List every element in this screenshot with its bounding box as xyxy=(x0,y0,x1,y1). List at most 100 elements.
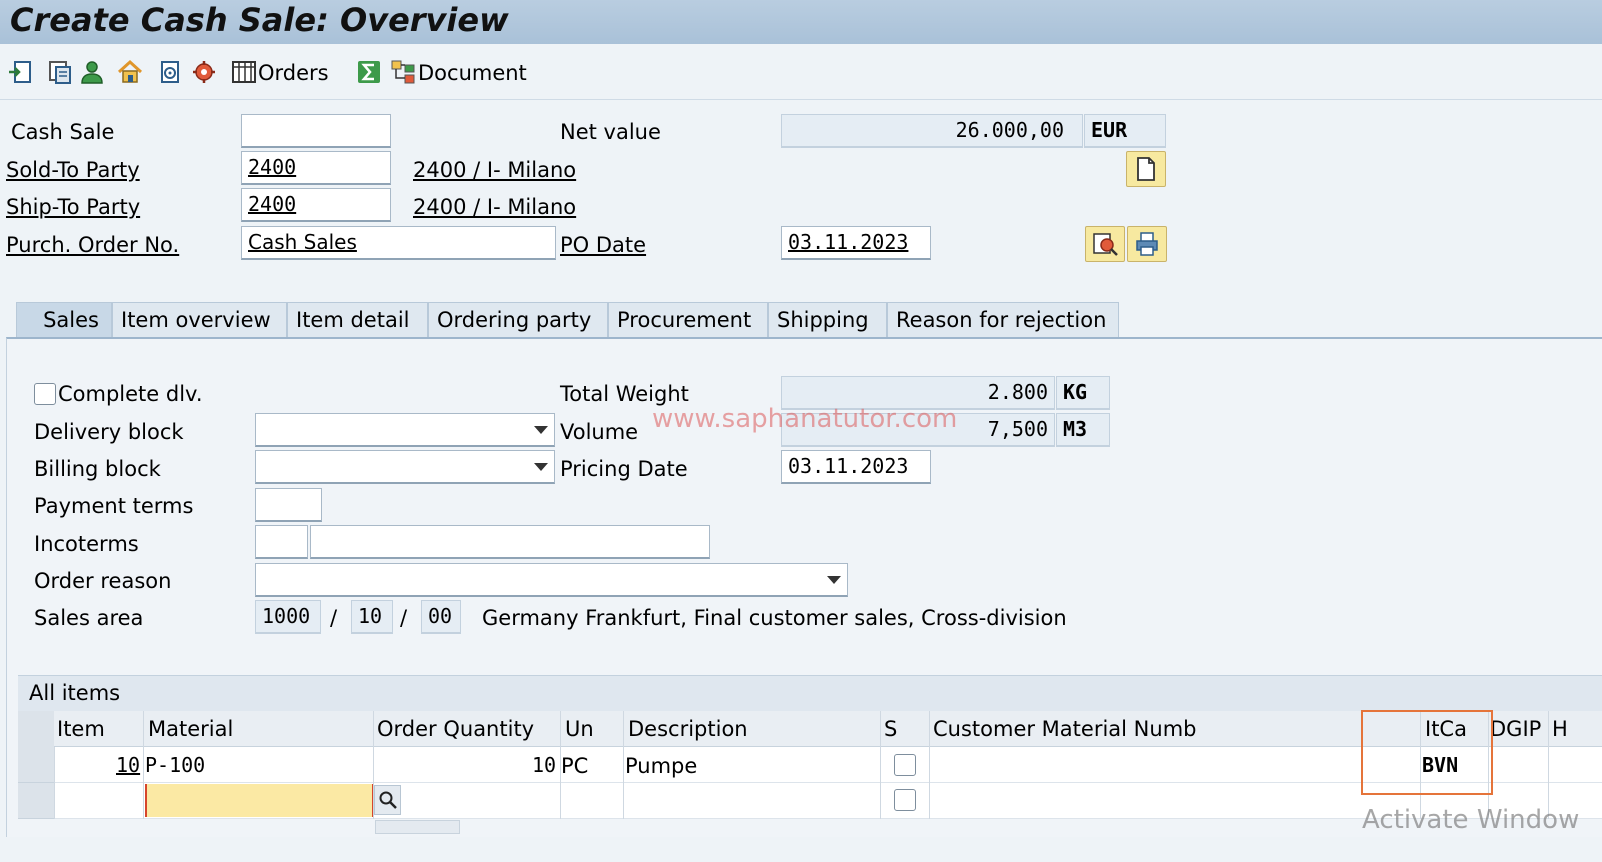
column-divider xyxy=(54,747,55,819)
sales-area-separator: / xyxy=(400,606,408,630)
col-h[interactable]: H xyxy=(1552,716,1568,742)
net-value-label: Net value xyxy=(560,120,661,144)
col-material[interactable]: Material xyxy=(148,716,233,742)
complete-dlv-checkbox[interactable] xyxy=(34,383,56,405)
col-s[interactable]: S xyxy=(884,716,897,742)
tab-item-detail[interactable]: Item detail xyxy=(287,302,428,338)
incoterms-input[interactable] xyxy=(255,525,308,559)
tab-procurement[interactable]: Procurement xyxy=(608,302,768,338)
sales-area-label: Sales area xyxy=(34,606,144,630)
material-cell[interactable]: P-100 xyxy=(145,752,205,778)
print-button[interactable] xyxy=(1127,226,1167,262)
document-button[interactable]: Document xyxy=(418,60,527,86)
document-header-icon[interactable] xyxy=(6,58,34,86)
currency-field: EUR xyxy=(1084,114,1166,148)
purch-order-value: Cash Sales xyxy=(248,230,357,254)
tab-ordering-party[interactable]: Ordering party xyxy=(428,302,608,338)
column-divider xyxy=(1548,711,1549,819)
complete-dlv-label: Complete dlv. xyxy=(58,382,203,406)
tab-reason-for-rejection[interactable]: Reason for rejection xyxy=(887,302,1119,338)
division-field: 00 xyxy=(421,600,461,634)
column-divider xyxy=(373,711,374,819)
sum-icon[interactable] xyxy=(355,58,383,86)
row-selector[interactable] xyxy=(18,783,54,819)
col-customer-material-number[interactable]: Customer Material Numb xyxy=(933,716,1196,742)
pricing-date-input[interactable]: 03.11.2023 xyxy=(781,450,931,484)
document-flow-icon xyxy=(390,58,418,86)
po-date-input[interactable]: 03.11.2023 xyxy=(781,226,931,260)
po-date-value: 03.11.2023 xyxy=(788,230,909,254)
distribution-channel-field: 10 xyxy=(351,600,393,634)
weight-unit-field: KG xyxy=(1056,376,1110,410)
sold-to-party-label[interactable]: Sold-To Party xyxy=(6,157,140,183)
po-date-label[interactable]: PO Date xyxy=(560,232,646,258)
items-grid-title: All items xyxy=(29,681,121,705)
volume-label: Volume xyxy=(560,420,639,444)
item-number-cell[interactable]: 10 xyxy=(116,752,140,778)
column-divider xyxy=(623,711,624,819)
cash-sale-label: Cash Sale xyxy=(11,120,115,144)
delivery-block-dropdown[interactable] xyxy=(255,413,555,447)
horizontal-scrollbar[interactable] xyxy=(375,820,460,834)
orders-button[interactable]: Orders xyxy=(258,60,329,86)
purch-order-input[interactable]: Cash Sales xyxy=(241,226,556,260)
description-cell[interactable]: Pumpe xyxy=(625,753,697,779)
partner-icon[interactable] xyxy=(78,58,106,86)
sold-to-party-input[interactable]: 2400 xyxy=(241,151,391,185)
pricing-date-label: Pricing Date xyxy=(560,457,688,481)
tab-sales[interactable]: Sales xyxy=(16,302,112,338)
tab-item-overview[interactable]: Item overview xyxy=(112,302,287,338)
purch-order-label[interactable]: Purch. Order No. xyxy=(6,232,179,258)
ship-to-party-value: 2400 xyxy=(248,192,297,216)
new-document-button[interactable] xyxy=(1126,151,1166,187)
incoterms-location-input[interactable] xyxy=(310,525,710,559)
itca-highlight-box xyxy=(1361,710,1493,795)
sold-to-party-value: 2400 xyxy=(248,155,297,179)
col-dgip[interactable]: DGIP xyxy=(1490,716,1541,742)
tab-shipping[interactable]: Shipping xyxy=(768,302,887,338)
col-description[interactable]: Description xyxy=(628,716,748,742)
col-order-quantity[interactable]: Order Quantity xyxy=(377,716,534,742)
row-selector[interactable] xyxy=(18,747,54,783)
payment-terms-label: Payment terms xyxy=(34,494,194,518)
item-list-icon[interactable] xyxy=(46,58,74,86)
sales-org-field: 1000 xyxy=(255,600,321,634)
chevron-down-icon xyxy=(534,463,548,471)
delivery-block-label: Delivery block xyxy=(34,420,184,444)
sales-area-description: Germany Frankfurt, Final customer sales,… xyxy=(482,606,1067,630)
col-item[interactable]: Item xyxy=(57,716,105,742)
select-all-rows[interactable] xyxy=(18,711,54,747)
order-quantity-cell[interactable]: 10 xyxy=(532,752,556,778)
new-material-input[interactable] xyxy=(145,784,374,817)
incoterms-label: Incoterms xyxy=(34,532,139,556)
row-s-checkbox[interactable] xyxy=(894,789,916,811)
search-icon xyxy=(379,791,397,809)
printer-icon xyxy=(1136,232,1158,256)
payment-terms-input[interactable] xyxy=(255,488,322,522)
column-divider xyxy=(880,711,881,819)
column-divider xyxy=(560,711,561,819)
home-icon[interactable] xyxy=(116,58,144,86)
config-icon[interactable] xyxy=(156,58,184,86)
column-divider xyxy=(929,711,930,819)
billing-block-label: Billing block xyxy=(34,457,161,481)
ship-to-party-description[interactable]: 2400 / I- Milano xyxy=(413,194,576,220)
settings-icon[interactable] xyxy=(190,58,218,86)
volume-unit-field: M3 xyxy=(1056,413,1110,447)
activate-windows-text: Activate Window xyxy=(1362,805,1580,835)
sold-to-party-description[interactable]: 2400 / I- Milano xyxy=(413,157,576,183)
material-search-help-button[interactable] xyxy=(374,785,401,815)
cash-sale-input[interactable] xyxy=(241,114,391,148)
display-doc-button[interactable] xyxy=(1085,226,1125,262)
ship-to-party-label[interactable]: Ship-To Party xyxy=(6,194,140,220)
billing-block-dropdown[interactable] xyxy=(255,450,555,484)
unit-cell[interactable]: PC xyxy=(561,753,588,779)
order-reason-label: Order reason xyxy=(34,569,172,593)
col-unit[interactable]: Un xyxy=(565,716,594,742)
row-s-checkbox[interactable] xyxy=(894,754,916,776)
order-reason-dropdown[interactable] xyxy=(255,563,848,597)
net-value-field: 26.000,00 xyxy=(781,114,1083,148)
search-document-icon xyxy=(1093,233,1118,256)
page-title: Create Cash Sale: Overview xyxy=(10,1,509,39)
ship-to-party-input[interactable]: 2400 xyxy=(241,188,391,222)
